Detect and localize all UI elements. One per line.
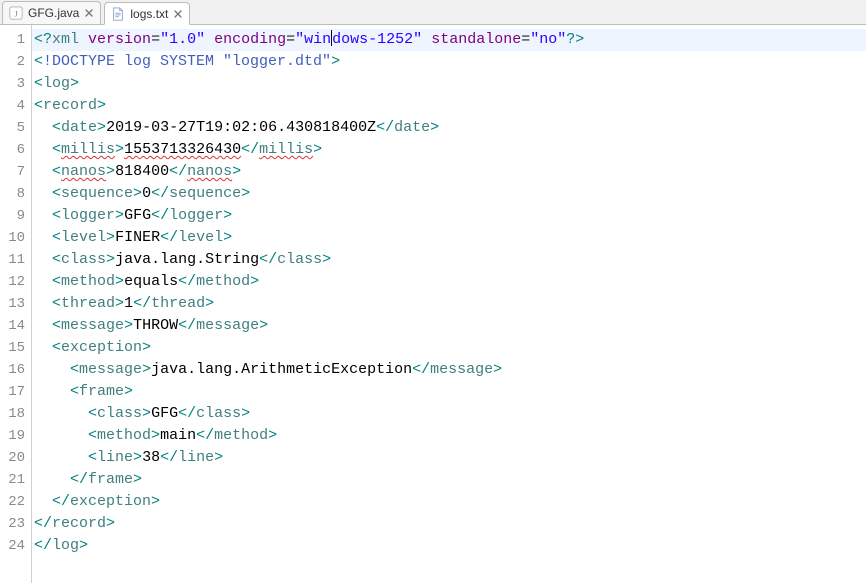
close-icon[interactable] bbox=[173, 9, 183, 19]
line-number: 8 bbox=[0, 183, 31, 205]
line-number: 4 bbox=[0, 95, 31, 117]
line-number: 10 bbox=[0, 227, 31, 249]
tab-gfg-java[interactable]: J GFG.java bbox=[2, 1, 101, 24]
code-line[interactable]: <logger>GFG</logger> bbox=[32, 205, 866, 227]
code-line[interactable]: <level>FINER</level> bbox=[32, 227, 866, 249]
code-line[interactable]: <record> bbox=[32, 95, 866, 117]
code-line[interactable]: <millis>1553713326430</millis> bbox=[32, 139, 866, 161]
line-number: 18 bbox=[0, 403, 31, 425]
java-file-icon: J bbox=[9, 6, 23, 20]
text-editor[interactable]: 123456789101112131415161718192021222324 … bbox=[0, 25, 866, 583]
code-line[interactable]: <sequence>0</sequence> bbox=[32, 183, 866, 205]
line-number: 5 bbox=[0, 117, 31, 139]
code-line[interactable]: <class>java.lang.String</class> bbox=[32, 249, 866, 271]
line-number: 22 bbox=[0, 491, 31, 513]
close-icon[interactable] bbox=[84, 8, 94, 18]
line-number: 1 bbox=[0, 29, 31, 51]
editor-tabbar: J GFG.java logs.txt bbox=[0, 0, 866, 25]
line-number-gutter: 123456789101112131415161718192021222324 bbox=[0, 25, 32, 583]
line-number: 16 bbox=[0, 359, 31, 381]
text-file-icon bbox=[111, 7, 125, 21]
line-number: 11 bbox=[0, 249, 31, 271]
code-line[interactable]: <nanos>818400</nanos> bbox=[32, 161, 866, 183]
line-number: 6 bbox=[0, 139, 31, 161]
tab-logs-txt[interactable]: logs.txt bbox=[104, 2, 190, 25]
code-line[interactable]: <line>38</line> bbox=[32, 447, 866, 469]
code-line[interactable]: <frame> bbox=[32, 381, 866, 403]
code-area[interactable]: <?xml version="1.0" encoding="windows-12… bbox=[32, 25, 866, 583]
line-number: 9 bbox=[0, 205, 31, 227]
code-line[interactable]: <?xml version="1.0" encoding="windows-12… bbox=[32, 29, 866, 51]
line-number: 24 bbox=[0, 535, 31, 557]
code-line[interactable]: </frame> bbox=[32, 469, 866, 491]
line-number: 20 bbox=[0, 447, 31, 469]
line-number: 13 bbox=[0, 293, 31, 315]
line-number: 15 bbox=[0, 337, 31, 359]
text-caret bbox=[331, 30, 332, 46]
line-number: 17 bbox=[0, 381, 31, 403]
line-number: 12 bbox=[0, 271, 31, 293]
code-line[interactable]: <message>java.lang.ArithmeticException</… bbox=[32, 359, 866, 381]
code-line[interactable]: <message>THROW</message> bbox=[32, 315, 866, 337]
code-line[interactable]: </log> bbox=[32, 535, 866, 557]
code-line[interactable]: </record> bbox=[32, 513, 866, 535]
line-number: 23 bbox=[0, 513, 31, 535]
line-number: 21 bbox=[0, 469, 31, 491]
code-line[interactable]: <exception> bbox=[32, 337, 866, 359]
line-number: 19 bbox=[0, 425, 31, 447]
code-line[interactable]: <date>2019-03-27T19:02:06.430818400Z</da… bbox=[32, 117, 866, 139]
code-line[interactable]: <method>main</method> bbox=[32, 425, 866, 447]
line-number: 7 bbox=[0, 161, 31, 183]
line-number: 3 bbox=[0, 73, 31, 95]
code-line[interactable]: <!DOCTYPE log SYSTEM "logger.dtd"> bbox=[32, 51, 866, 73]
tab-label: logs.txt bbox=[130, 7, 168, 21]
code-line[interactable]: <thread>1</thread> bbox=[32, 293, 866, 315]
svg-text:J: J bbox=[14, 10, 17, 19]
line-number: 14 bbox=[0, 315, 31, 337]
code-line[interactable]: <method>equals</method> bbox=[32, 271, 866, 293]
code-line[interactable]: <class>GFG</class> bbox=[32, 403, 866, 425]
tab-label: GFG.java bbox=[28, 6, 79, 20]
line-number: 2 bbox=[0, 51, 31, 73]
code-line[interactable]: <log> bbox=[32, 73, 866, 95]
code-line[interactable]: </exception> bbox=[32, 491, 866, 513]
